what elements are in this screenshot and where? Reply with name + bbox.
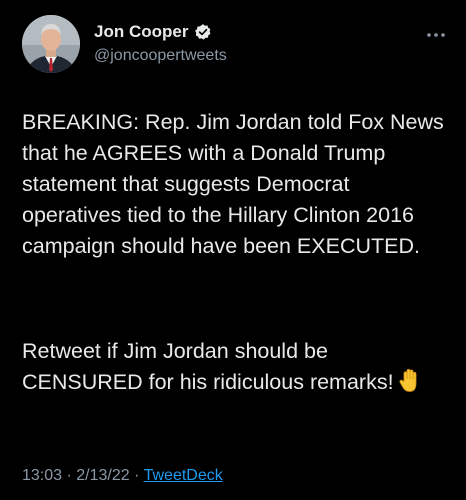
author-handle[interactable]: @joncoopertweets <box>94 47 227 65</box>
tweet-metadata: 13:03 · 2/13/22 · TweetDeck <box>22 467 223 485</box>
author-name-row: Jon Cooper <box>94 22 212 42</box>
more-options-icon[interactable] <box>426 26 446 37</box>
display-name[interactable]: Jon Cooper <box>94 22 188 42</box>
tweet-time[interactable]: 13:03 <box>22 467 62 484</box>
tweet-source-link[interactable]: TweetDeck <box>144 467 223 484</box>
tweet-date[interactable]: 2/13/22 <box>76 467 129 484</box>
tweet-text-paragraph-2: Retweet if Jim Jordan should be CENSURED… <box>22 336 452 398</box>
verified-badge-icon <box>194 23 212 41</box>
meta-separator: · <box>129 467 144 484</box>
meta-separator: · <box>62 467 77 484</box>
tweet-text-paragraph-1: BREAKING: Rep. Jim Jordan told Fox News … <box>22 110 444 258</box>
tweet-text-paragraph-2-text: Retweet if Jim Jordan should be CENSURED… <box>22 339 394 394</box>
tweet-card: Jon Cooper @joncoopertweets BREAKING: Re… <box>0 0 466 500</box>
raised-hand-icon <box>398 368 422 394</box>
avatar[interactable] <box>22 15 80 73</box>
